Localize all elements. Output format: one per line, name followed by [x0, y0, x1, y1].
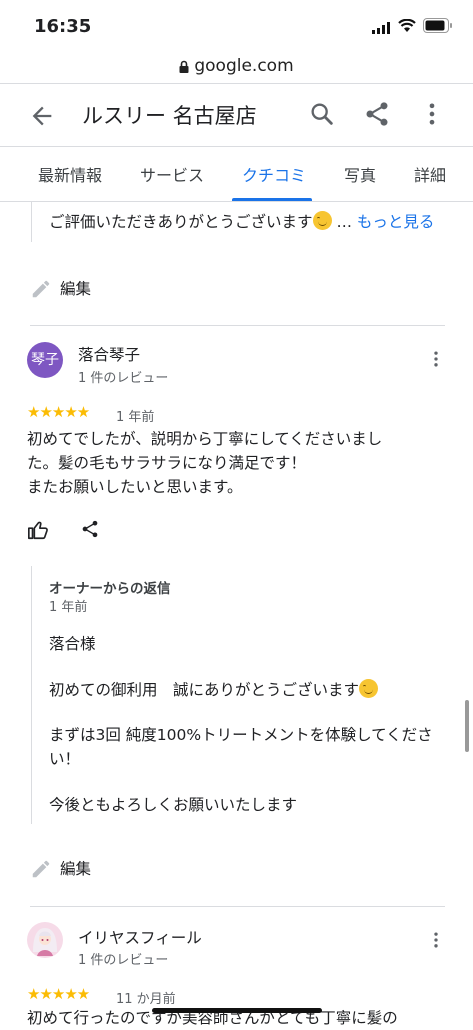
lock-icon: [179, 60, 189, 73]
status-bar: 16:35: [0, 0, 473, 50]
reply-quote-line: [31, 202, 32, 242]
scrollbar[interactable]: [465, 700, 469, 752]
review-text-line: またお願いしたいと思います。: [27, 478, 243, 496]
divider: [30, 906, 445, 907]
smile-emoji: [312, 211, 332, 230]
page-title: ルスリー 名古屋店: [82, 104, 257, 128]
thumbs-up-icon[interactable]: [27, 519, 49, 541]
divider: [0, 83, 473, 84]
share-icon[interactable]: [363, 100, 391, 128]
signal-icon: [372, 22, 390, 34]
review-count: 1 件のレビュー: [78, 371, 169, 386]
avatar[interactable]: [27, 922, 63, 958]
search-icon[interactable]: [308, 100, 336, 128]
review-text-line: た。髪の毛もサラサラになり満足です！: [27, 454, 307, 472]
reviewer-name[interactable]: イリヤスフィール: [78, 926, 202, 948]
battery-icon: [423, 18, 452, 33]
clock: 16:35: [34, 16, 92, 37]
edit-link[interactable]: 編集: [60, 277, 91, 301]
pencil-icon[interactable]: [30, 858, 52, 880]
owner-reply-title: オーナーからの返信: [49, 581, 171, 597]
review-text-line: 初めてでしたが、説明から丁寧にしてくださいまし: [27, 430, 383, 448]
more-options-icon[interactable]: [418, 100, 446, 128]
divider: [30, 325, 445, 326]
more-options-icon[interactable]: [426, 349, 446, 369]
pencil-icon[interactable]: [30, 278, 52, 300]
review-time: 11 か月前: [116, 992, 176, 1007]
back-arrow-icon[interactable]: [28, 102, 56, 130]
owner-reply-text: 初めての御利用 誠にありがとうございます: [49, 678, 379, 702]
wifi-icon: [398, 19, 416, 32]
review-time: 1 年前: [116, 410, 155, 425]
home-indicator[interactable]: [152, 1008, 322, 1013]
owner-reply-text: 今後ともよろしくお願いいたします: [49, 796, 298, 814]
divider: [0, 201, 473, 202]
reply-quote-line: [31, 566, 32, 824]
tab-latest[interactable]: 最新情報: [38, 162, 102, 186]
url-bar[interactable]: google.com: [0, 50, 473, 82]
owner-reply-text: い！: [49, 750, 81, 768]
previous-reply-text: ご評価いただきありがとうございます … もっと見る: [49, 211, 435, 231]
divider: [0, 146, 473, 147]
owner-reply-text: 落合様: [49, 635, 96, 653]
star-rating: ★★★★★: [27, 985, 90, 1003]
tab-reviews[interactable]: クチコミ: [242, 162, 306, 186]
edit-link[interactable]: 編集: [60, 857, 91, 881]
star-rating: ★★★★★: [27, 403, 90, 421]
more-link[interactable]: もっと見る: [357, 213, 435, 231]
tab-details[interactable]: 詳細: [414, 162, 446, 186]
review-count: 1 件のレビュー: [78, 953, 169, 968]
smile-emoji: [359, 679, 379, 698]
owner-reply-time: 1 年前: [49, 600, 88, 615]
tab-photos[interactable]: 写真: [344, 162, 376, 186]
reviewer-name[interactable]: 落合琴子: [78, 343, 140, 365]
url-domain: google.com: [194, 56, 294, 76]
share-icon[interactable]: [80, 519, 100, 539]
more-options-icon[interactable]: [426, 930, 446, 950]
owner-reply-text: まずは3回 純度100%トリートメントを体験してくださ: [49, 726, 433, 744]
avatar[interactable]: 琴子: [27, 342, 63, 378]
tab-services[interactable]: サービス: [140, 162, 204, 186]
